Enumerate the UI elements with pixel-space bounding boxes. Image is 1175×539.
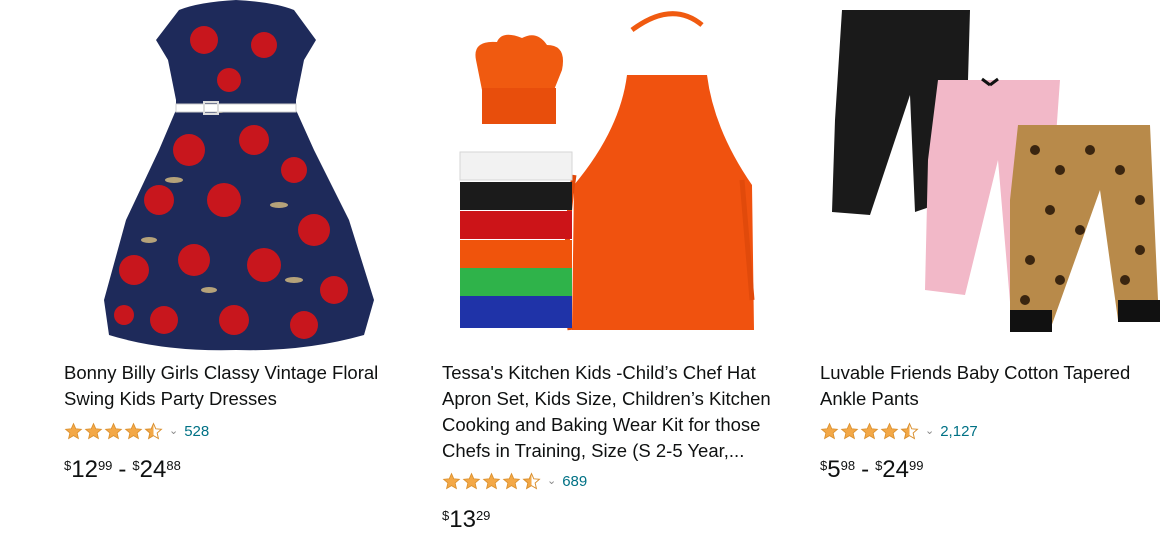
price: $ 13 29 — [442, 506, 490, 534]
chevron-down-icon[interactable]: ⌄ — [169, 425, 178, 437]
price-high: $ 24 88 — [132, 456, 181, 483]
star-rating-icon — [820, 422, 919, 441]
price-low: $ 12 99 — [64, 456, 113, 483]
product-card-3[interactable]: Luvable Friends Baby Cotton Tapered Ankl… — [820, 0, 1165, 539]
product-card-2[interactable]: Tessa's Kitchen Kids -Child’s Chef Hat A… — [442, 0, 787, 539]
review-count-link[interactable]: 689 — [562, 473, 587, 490]
review-count-link[interactable]: 2,127 — [940, 423, 978, 440]
product-rating[interactable]: ⌄ 689 — [442, 470, 587, 492]
chevron-down-icon[interactable]: ⌄ — [547, 475, 556, 487]
price-low: $ 5 98 — [820, 456, 856, 483]
product-card-1[interactable]: Bonny Billy Girls Classy Vintage Floral … — [64, 0, 409, 539]
product-rating[interactable]: ⌄ 528 — [64, 420, 209, 442]
product-title[interactable]: Tessa's Kitchen Kids -Child’s Chef Hat A… — [442, 360, 782, 464]
chef-apron-set-image[interactable] — [442, 0, 787, 352]
price-high: $ 24 99 — [875, 456, 924, 483]
star-rating-icon — [442, 472, 541, 491]
product-rating[interactable]: ⌄ 2,127 — [820, 420, 978, 442]
review-count-link[interactable]: 528 — [184, 423, 209, 440]
chevron-down-icon[interactable]: ⌄ — [925, 425, 934, 437]
floral-dress-image[interactable] — [64, 0, 409, 352]
price-separator: - — [118, 456, 127, 483]
price-value: $ 13 29 — [442, 506, 491, 533]
price-range: $ 12 99 - $ 24 88 — [64, 456, 181, 484]
star-rating-icon — [64, 422, 163, 441]
product-title[interactable]: Bonny Billy Girls Classy Vintage Floral … — [64, 360, 404, 412]
baby-pants-image[interactable] — [820, 0, 1165, 352]
product-title[interactable]: Luvable Friends Baby Cotton Tapered Ankl… — [820, 360, 1160, 412]
price-range: $ 5 98 - $ 24 99 — [820, 456, 923, 484]
price-separator: - — [861, 456, 870, 483]
